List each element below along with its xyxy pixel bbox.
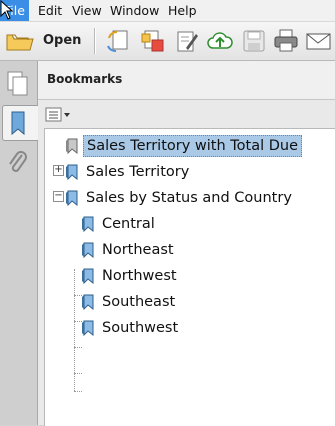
tree-connector <box>74 391 82 392</box>
bookmarks-icon <box>11 111 25 136</box>
bookmark-blue-icon <box>82 216 94 232</box>
toolbar: Open <box>0 22 335 61</box>
options-menu-icon <box>45 107 70 122</box>
menu-view[interactable]: View <box>68 0 106 21</box>
bookmark-blue-icon <box>82 320 94 336</box>
bookmark-gray-icon <box>66 138 78 154</box>
toolbar-separator <box>94 28 95 54</box>
bookmark-label: Sales Territory with Total Due <box>83 135 303 157</box>
menu-edit[interactable]: Edit <box>34 0 66 21</box>
bookmark-label: Northwest <box>102 268 177 284</box>
bookmark-item[interactable]: Central <box>81 213 331 235</box>
bookmark-item[interactable]: Southeast <box>81 291 331 313</box>
print-icon[interactable] <box>273 28 299 54</box>
menu-help[interactable]: Help <box>164 0 201 21</box>
bookmark-label: Southeast <box>102 294 176 310</box>
panel-title: Bookmarks <box>47 72 123 86</box>
attachments-icon <box>9 151 27 172</box>
bookmark-item[interactable]: Northeast <box>81 239 331 261</box>
edit-icon[interactable] <box>174 28 200 54</box>
collapse-toggle[interactable]: − <box>53 191 64 202</box>
bookmark-blue-icon <box>66 190 78 206</box>
bookmark-blue-icon <box>82 294 94 310</box>
bookmark-blue-icon <box>66 164 78 180</box>
bookmark-label: Sales Territory <box>86 164 190 180</box>
bookmark-item[interactable]: Northwest <box>81 265 331 287</box>
expand-toggle[interactable]: + <box>53 165 64 176</box>
bookmark-item[interactable]: Southwest <box>81 317 331 339</box>
bookmark-label: Sales by Status and Country <box>86 190 292 206</box>
bookmark-label: Southwest <box>102 320 179 336</box>
bookmark-item[interactable]: Sales by Status and Country <box>65 187 335 209</box>
create-icon[interactable] <box>106 28 132 54</box>
bookmark-blue-icon <box>82 268 94 284</box>
save-icon[interactable] <box>241 28 267 54</box>
bookmark-blue-icon <box>82 242 94 258</box>
bookmarks-panel-button[interactable] <box>2 105 38 141</box>
bookmark-tree: Sales Territory with Total Due + Sales T… <box>44 128 335 426</box>
bookmark-item[interactable]: Sales Territory <box>65 161 335 183</box>
menu-window[interactable]: Window <box>106 0 163 21</box>
mouse-cursor-icon <box>0 0 14 20</box>
navigation-rail <box>0 61 38 425</box>
upload-cloud-icon[interactable] <box>207 28 233 54</box>
open-folder-icon <box>6 34 34 51</box>
options-button[interactable] <box>45 106 71 124</box>
open-button[interactable]: Open <box>4 27 82 55</box>
convert-icon[interactable] <box>140 28 166 54</box>
bookmark-item[interactable]: Sales Territory with Total Due <box>65 135 335 157</box>
menu-bar: File Edit View Window Help <box>0 0 335 22</box>
panel-header: Bookmarks <box>38 61 335 100</box>
bookmark-label: Northeast <box>102 242 174 258</box>
tree-connector <box>74 373 82 374</box>
bookmark-label: Central <box>102 216 155 232</box>
email-icon[interactable] <box>305 28 331 54</box>
pages-panel-button[interactable] <box>3 67 33 101</box>
pages-icon <box>7 71 28 96</box>
bookmarks-panel: Bookmarks Sales Territory with Total Due <box>38 61 335 426</box>
open-label: Open <box>43 33 82 48</box>
tree-connector <box>74 347 82 348</box>
attachments-panel-button[interactable] <box>3 147 33 181</box>
